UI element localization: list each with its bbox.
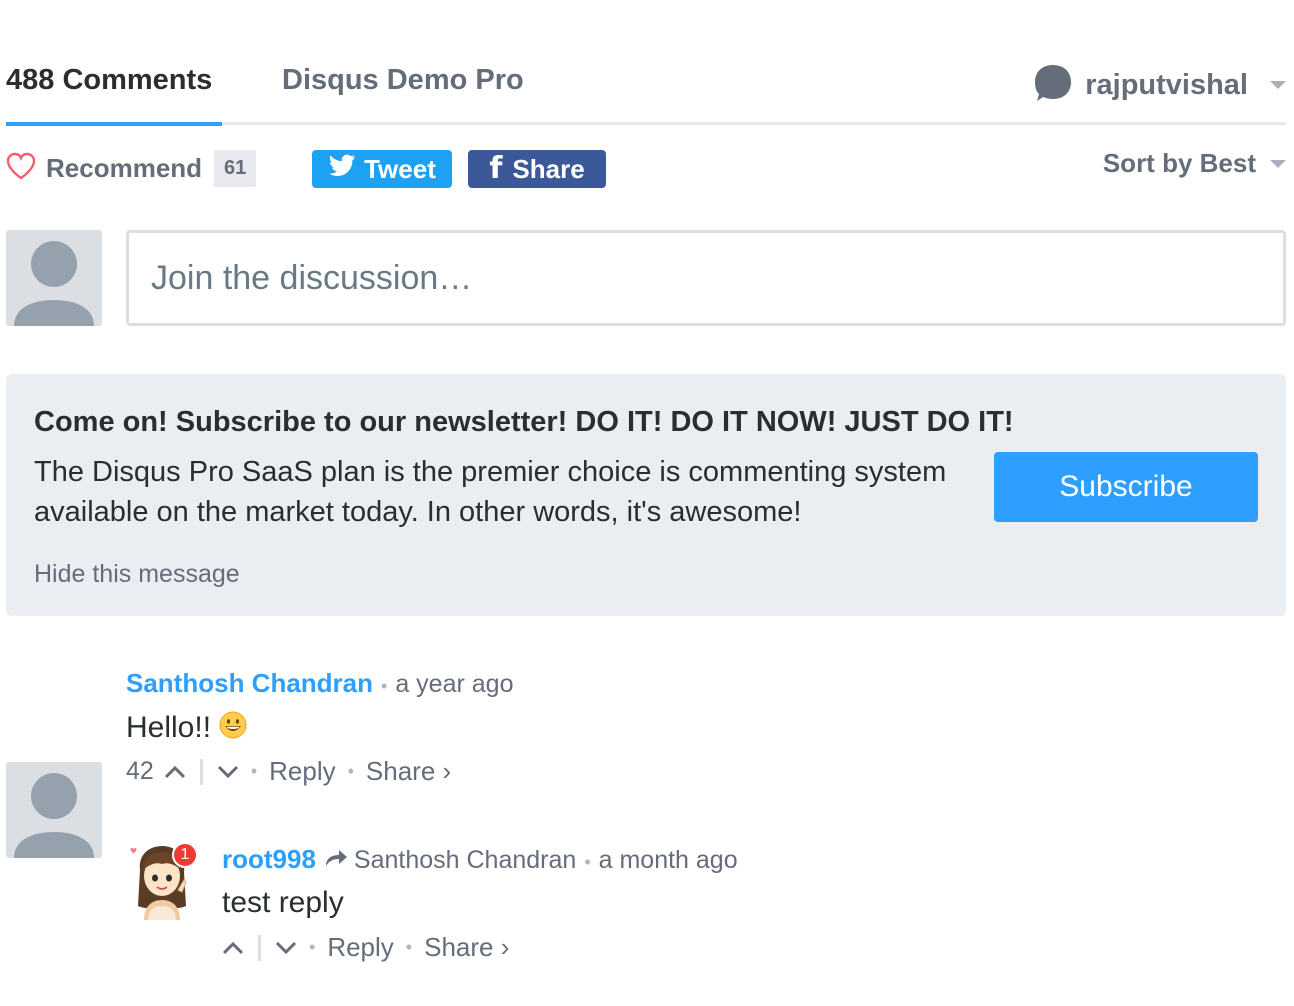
footer-separator: • bbox=[309, 937, 316, 957]
subscribe-button[interactable]: Subscribe bbox=[994, 452, 1258, 522]
sort-label: Sort by Best bbox=[1102, 148, 1256, 178]
comment-time[interactable]: a month ago bbox=[599, 846, 738, 875]
chevron-down-icon bbox=[1270, 81, 1286, 89]
tweet-button[interactable]: Tweet bbox=[312, 150, 452, 188]
comment-author[interactable]: Santhosh Chandran bbox=[126, 668, 373, 699]
current-user-avatar bbox=[6, 230, 102, 326]
reply-link[interactable]: Reply bbox=[327, 932, 393, 963]
comment-input[interactable] bbox=[126, 230, 1286, 326]
footer-separator: • bbox=[250, 761, 258, 781]
facebook-share-label: Share bbox=[512, 153, 585, 184]
vote-divider bbox=[258, 934, 261, 961]
avatar[interactable] bbox=[6, 762, 102, 858]
notification-badge: 1 bbox=[172, 842, 198, 868]
meta-separator: • bbox=[584, 852, 591, 872]
meta-separator: • bbox=[381, 676, 388, 696]
comment-text: Hello!! bbox=[126, 711, 212, 744]
chevron-down-icon bbox=[1270, 159, 1286, 168]
avatar[interactable]: 1 bbox=[128, 840, 200, 920]
upvote-chevron-up-icon[interactable] bbox=[222, 941, 244, 955]
recommend-count: 61 bbox=[214, 150, 257, 187]
parent-author-link[interactable]: Santhosh Chandran bbox=[354, 846, 576, 875]
user-menu[interactable]: rajputvishal bbox=[1033, 60, 1286, 110]
upvote-chevron-up-icon[interactable] bbox=[164, 765, 186, 779]
comment-author[interactable]: root998 bbox=[222, 844, 316, 875]
upvote-count: 42 bbox=[126, 757, 154, 785]
downvote-chevron-down-icon[interactable] bbox=[217, 765, 239, 779]
reply-link[interactable]: Reply bbox=[269, 756, 335, 787]
user-silhouette-icon bbox=[14, 773, 94, 858]
newsletter-promo: Come on! Subscribe to our newsletter! DO… bbox=[6, 374, 1286, 616]
promo-body: The Disqus Pro SaaS plan is the premier … bbox=[34, 456, 947, 528]
vote-divider bbox=[199, 758, 203, 785]
recommend-label: Recommend bbox=[46, 153, 203, 183]
heart-icon bbox=[6, 152, 36, 185]
tweet-label: Tweet bbox=[364, 153, 436, 184]
comment-time[interactable]: a year ago bbox=[395, 670, 513, 699]
sort-dropdown[interactable]: Sort by Best bbox=[1103, 148, 1286, 179]
facebook-icon: f bbox=[489, 151, 503, 186]
downvote-chevron-down-icon[interactable] bbox=[275, 941, 297, 955]
facebook-share-button[interactable]: f Share bbox=[468, 150, 606, 188]
footer-separator: • bbox=[405, 937, 413, 957]
user-silhouette-icon bbox=[14, 241, 94, 326]
recommend-button[interactable]: Recommend 61 bbox=[6, 150, 257, 187]
comment-header: root998 Santhosh Chandran • a month ago bbox=[222, 844, 738, 875]
tab-comments[interactable]: 488 Comments bbox=[6, 64, 212, 97]
share-link[interactable]: Share › bbox=[366, 756, 451, 787]
comment-body: test reply bbox=[222, 886, 344, 919]
grinning-emoji-icon bbox=[211, 711, 248, 743]
username: rajputvishal bbox=[1085, 68, 1248, 101]
twitter-bird-icon bbox=[328, 154, 356, 185]
tab-community[interactable]: Disqus Demo Pro bbox=[282, 64, 524, 97]
comment-footer: • Reply • Share › bbox=[222, 932, 509, 963]
speech-bubble-icon bbox=[1033, 63, 1073, 108]
comment-footer: 42 • Reply • Share › bbox=[126, 756, 451, 787]
comment-body: Hello!! bbox=[126, 710, 248, 745]
promo-title: Come on! Subscribe to our newsletter! DO… bbox=[34, 406, 1014, 438]
comment-header: Santhosh Chandran • a year ago bbox=[126, 668, 513, 699]
hide-message-link[interactable]: Hide this message bbox=[34, 560, 240, 589]
share-link[interactable]: Share › bbox=[424, 932, 509, 963]
active-tab-indicator bbox=[6, 122, 222, 126]
reply-arrow-icon bbox=[324, 848, 348, 868]
footer-separator: • bbox=[347, 761, 354, 781]
